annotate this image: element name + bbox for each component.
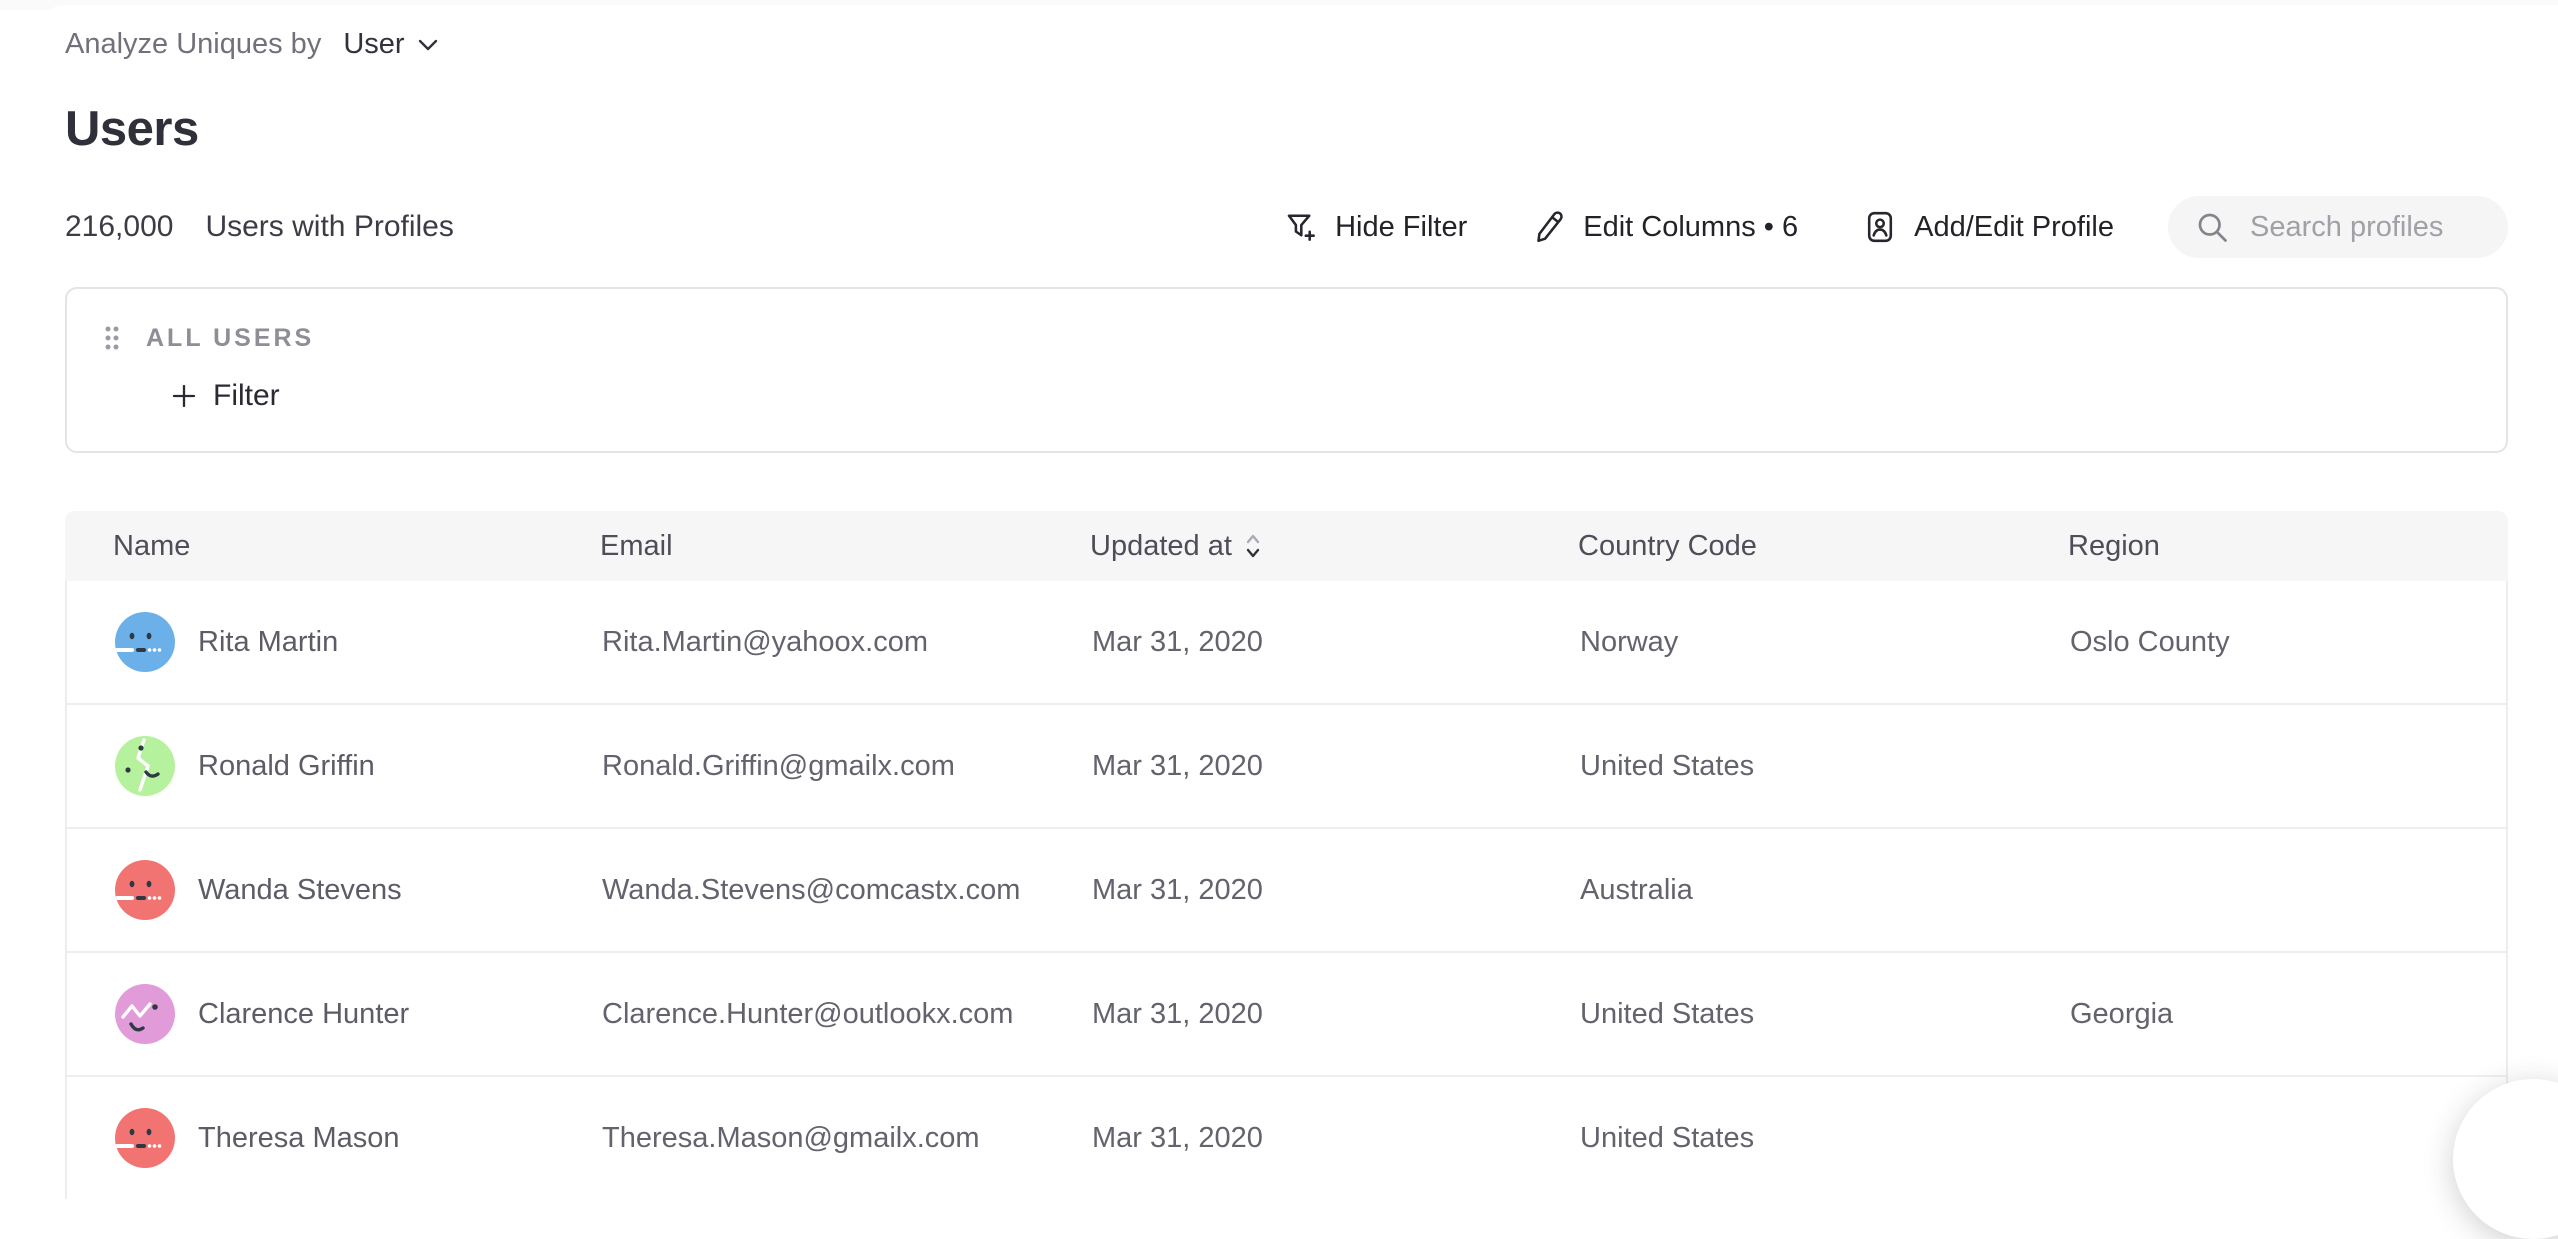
user-region: Oslo County bbox=[2070, 626, 2458, 659]
add-edit-profile-label: Add/Edit Profile bbox=[1914, 211, 2114, 244]
profile-count-label: Users with Profiles bbox=[205, 210, 453, 244]
dash-mouth-face-icon bbox=[115, 860, 175, 920]
user-email: Rita.Martin@yahoox.com bbox=[602, 626, 1092, 659]
user-email: Clarence.Hunter@outlookx.com bbox=[602, 998, 1092, 1031]
column-header-email[interactable]: Email bbox=[600, 530, 1090, 563]
user-name: Theresa Mason bbox=[198, 1122, 400, 1155]
edit-columns-button[interactable]: Edit Columns • 6 bbox=[1531, 209, 1798, 245]
table-row[interactable]: Theresa Mason Theresa.Mason@gmailx.com M… bbox=[67, 1077, 2506, 1199]
user-name-cell: Ronald Griffin bbox=[115, 736, 602, 796]
hide-filter-label: Hide Filter bbox=[1335, 211, 1467, 244]
user-name-cell: Theresa Mason bbox=[115, 1108, 602, 1168]
plus-icon bbox=[170, 382, 198, 410]
pencil-icon bbox=[1531, 209, 1567, 245]
avatar bbox=[115, 736, 175, 796]
table-row[interactable]: Clarence Hunter Clarence.Hunter@outlookx… bbox=[67, 953, 2506, 1077]
analyze-uniques-row: Analyze Uniques by User bbox=[65, 28, 2508, 61]
user-name: Rita Martin bbox=[198, 626, 338, 659]
chevron-down-icon bbox=[417, 38, 439, 52]
dash-mouth-face-icon bbox=[115, 1108, 175, 1168]
funnel-plus-icon bbox=[1283, 209, 1319, 245]
add-edit-profile-button[interactable]: Add/Edit Profile bbox=[1862, 209, 2114, 245]
table-header: Name Email Updated at Country Code Regio… bbox=[65, 511, 2508, 581]
stats-toolbar-row: 216,000 Users with Profiles Hide Filter bbox=[65, 195, 2508, 259]
filter-group-header: ALL USERS bbox=[102, 323, 2506, 353]
user-email: Wanda.Stevens@comcastx.com bbox=[602, 874, 1092, 907]
column-header-country-code[interactable]: Country Code bbox=[1578, 530, 2068, 563]
page-title: Users bbox=[65, 101, 2508, 157]
profile-card-icon bbox=[1862, 209, 1898, 245]
user-updated-at: Mar 31, 2020 bbox=[1092, 1122, 1580, 1155]
avatar bbox=[115, 1108, 175, 1168]
user-country-code: United States bbox=[1580, 998, 2070, 1031]
zigzag-smile-face-icon bbox=[115, 984, 175, 1044]
user-updated-at: Mar 31, 2020 bbox=[1092, 626, 1580, 659]
user-email: Theresa.Mason@gmailx.com bbox=[602, 1122, 1092, 1155]
column-header-region[interactable]: Region bbox=[2068, 530, 2460, 563]
search-profiles-input[interactable] bbox=[2248, 210, 2482, 245]
dash-mouth-face-icon bbox=[115, 612, 175, 672]
sort-chevrons-icon[interactable] bbox=[1244, 531, 1262, 561]
toolbar: Hide Filter Edit Columns • 6 bbox=[1283, 196, 2508, 258]
user-name: Ronald Griffin bbox=[198, 750, 375, 783]
user-region: Georgia bbox=[2070, 998, 2458, 1031]
user-country-code: United States bbox=[1580, 750, 2070, 783]
user-name: Wanda Stevens bbox=[198, 874, 402, 907]
user-updated-at: Mar 31, 2020 bbox=[1092, 750, 1580, 783]
column-header-name[interactable]: Name bbox=[113, 530, 600, 563]
users-page: Analyze Uniques by User Users 216,000 Us… bbox=[0, 0, 2558, 1199]
magnifier-icon bbox=[2194, 209, 2230, 245]
user-name-cell: Wanda Stevens bbox=[115, 860, 602, 920]
table-body: Rita Martin Rita.Martin@yahoox.com Mar 3… bbox=[65, 581, 2508, 1199]
filter-panel: ALL USERS Filter bbox=[65, 287, 2508, 453]
table-row[interactable]: Rita Martin Rita.Martin@yahoox.com Mar 3… bbox=[67, 581, 2506, 705]
user-name-cell: Clarence Hunter bbox=[115, 984, 602, 1044]
table-row[interactable]: Ronald Griffin Ronald.Griffin@gmailx.com… bbox=[67, 705, 2506, 829]
uniques-by-dropdown[interactable]: User bbox=[343, 28, 438, 61]
edit-columns-label: Edit Columns • 6 bbox=[1583, 211, 1798, 244]
users-table: Name Email Updated at Country Code Regio… bbox=[65, 511, 2508, 1199]
user-email: Ronald.Griffin@gmailx.com bbox=[602, 750, 1092, 783]
user-country-code: Norway bbox=[1580, 626, 2070, 659]
column-header-updated-at[interactable]: Updated at bbox=[1090, 530, 1578, 563]
crack-smile-face-icon bbox=[115, 736, 175, 796]
table-row[interactable]: Wanda Stevens Wanda.Stevens@comcastx.com… bbox=[67, 829, 2506, 953]
user-updated-at: Mar 31, 2020 bbox=[1092, 998, 1580, 1031]
add-filter-label: Filter bbox=[213, 379, 280, 413]
avatar bbox=[115, 612, 175, 672]
user-name: Clarence Hunter bbox=[198, 998, 409, 1031]
analyze-uniques-label: Analyze Uniques by bbox=[65, 28, 321, 61]
user-country-code: United States bbox=[1580, 1122, 2070, 1155]
profile-count: 216,000 Users with Profiles bbox=[65, 210, 454, 244]
avatar bbox=[115, 984, 175, 1044]
avatar bbox=[115, 860, 175, 920]
filter-group-label: ALL USERS bbox=[146, 324, 314, 353]
add-filter-button[interactable]: Filter bbox=[170, 379, 280, 413]
hide-filter-button[interactable]: Hide Filter bbox=[1283, 209, 1467, 245]
user-name-cell: Rita Martin bbox=[115, 612, 602, 672]
user-country-code: Australia bbox=[1580, 874, 2070, 907]
user-updated-at: Mar 31, 2020 bbox=[1092, 874, 1580, 907]
drag-handle-icon[interactable] bbox=[102, 323, 122, 353]
search-profiles-box[interactable] bbox=[2168, 196, 2508, 258]
profile-count-value: 216,000 bbox=[65, 210, 173, 244]
uniques-by-value: User bbox=[343, 28, 404, 61]
